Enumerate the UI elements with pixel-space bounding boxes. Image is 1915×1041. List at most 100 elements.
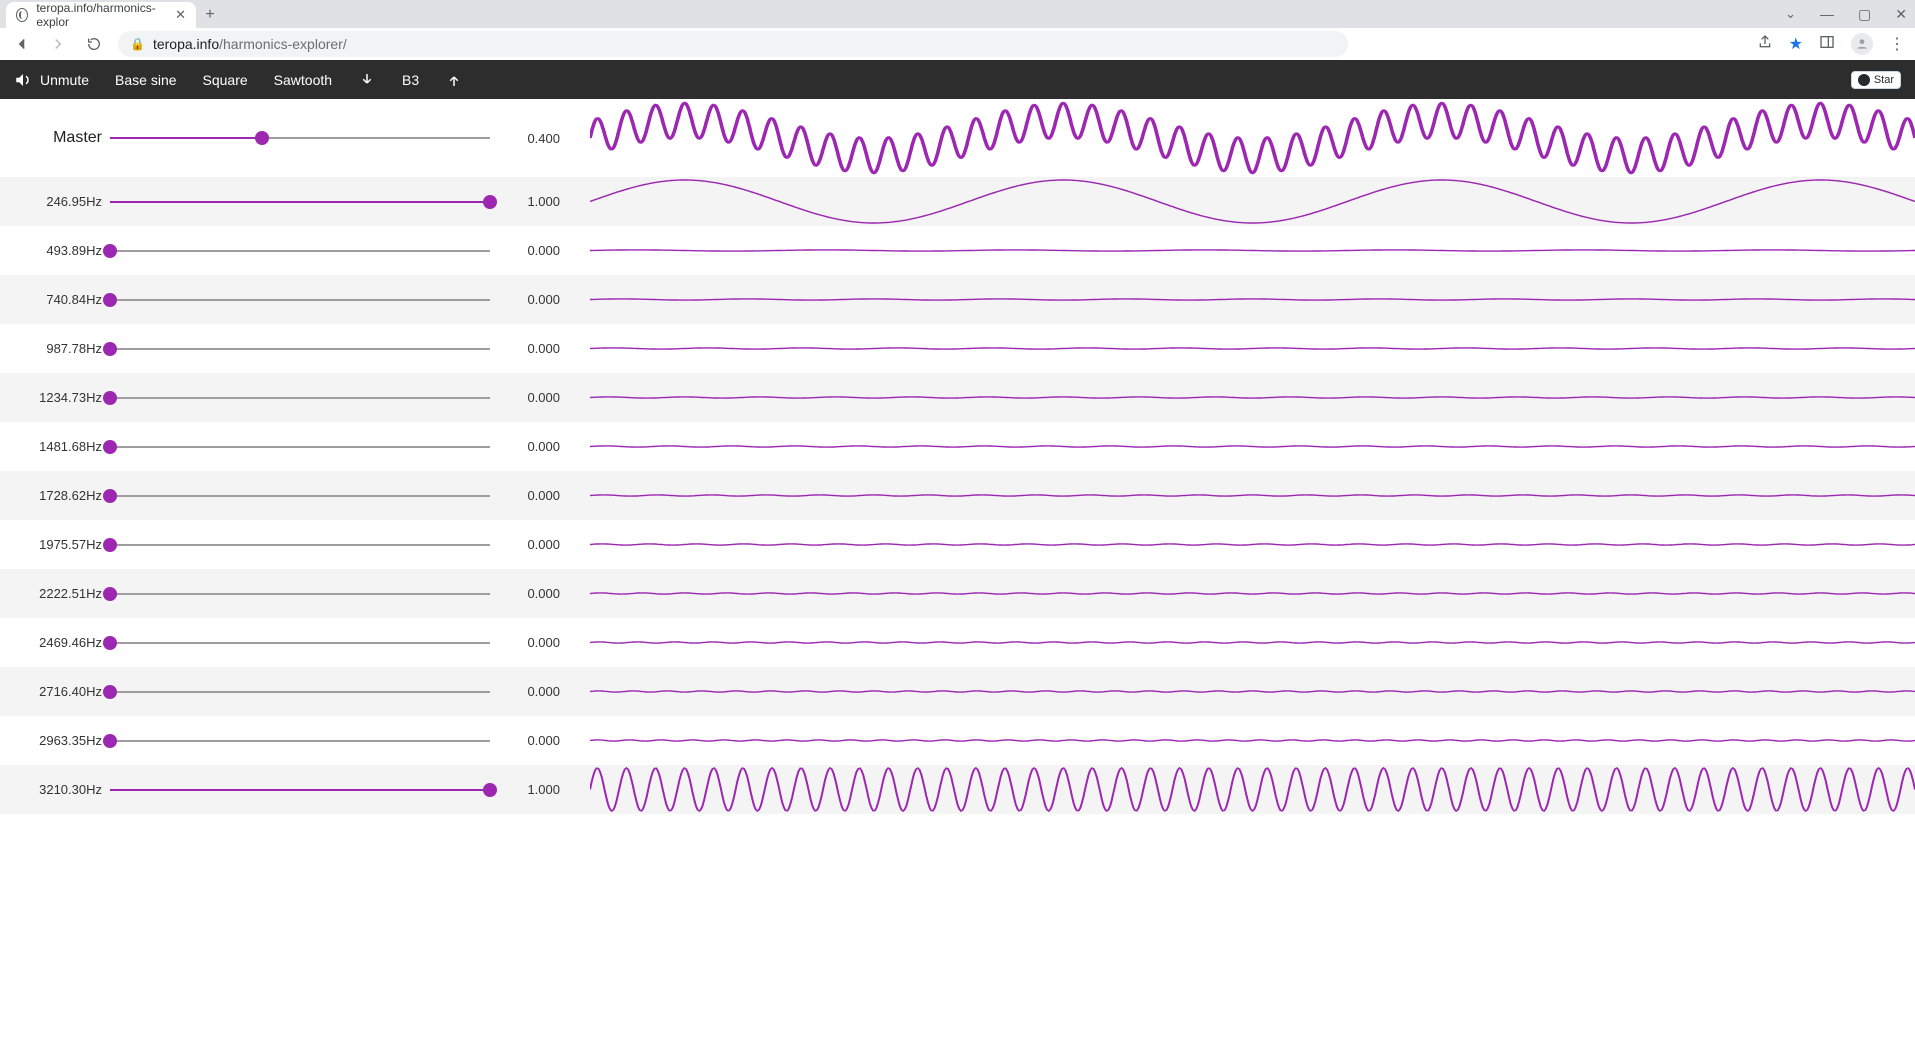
partial-waveform xyxy=(590,373,1915,422)
partial-waveform xyxy=(590,667,1915,716)
partial-frequency-label: 740.84Hz xyxy=(0,292,110,307)
volume-icon xyxy=(14,71,32,89)
new-tab-button[interactable]: + xyxy=(196,2,224,28)
amplitude-value: 0.000 xyxy=(490,439,560,454)
partial-waveform xyxy=(590,471,1915,520)
preset-sawtooth[interactable]: Sawtooth xyxy=(274,72,332,88)
slider-thumb[interactable] xyxy=(483,783,497,797)
partial-waveform xyxy=(590,569,1915,618)
slider-thumb[interactable] xyxy=(103,636,117,650)
master-waveform xyxy=(590,99,1915,177)
partial-waveform xyxy=(590,324,1915,373)
partial-row: 2963.35Hz0.000 xyxy=(0,716,1915,765)
partial-frequency-label: 3210.30Hz xyxy=(0,782,110,797)
url-path: /harmonics-explorer/ xyxy=(219,36,347,52)
back-button[interactable] xyxy=(10,32,34,56)
reload-button[interactable] xyxy=(82,32,106,56)
amplitude-slider[interactable] xyxy=(110,682,490,702)
slider-thumb[interactable] xyxy=(103,538,117,552)
close-icon[interactable]: ✕ xyxy=(175,7,186,23)
amplitude-slider[interactable] xyxy=(110,535,490,555)
note-up-button[interactable] xyxy=(445,71,463,89)
partial-row: 1234.73Hz 0.000 xyxy=(0,373,1915,422)
amplitude-slider[interactable] xyxy=(110,388,490,408)
arrow-up-icon xyxy=(445,71,463,89)
partial-frequency-label: 2469.46Hz xyxy=(0,635,110,650)
slider-thumb[interactable] xyxy=(103,489,117,503)
slider-thumb[interactable] xyxy=(103,734,117,748)
profile-avatar[interactable] xyxy=(1851,33,1873,55)
bookmark-star-icon[interactable]: ★ xyxy=(1789,34,1803,54)
current-note: B3 xyxy=(402,72,419,88)
amplitude-slider[interactable] xyxy=(110,780,490,800)
partial-frequency-label: 1975.57Hz xyxy=(0,537,110,552)
partial-frequency-label: 1234.73Hz xyxy=(0,390,110,405)
amplitude-value: 0.000 xyxy=(490,586,560,601)
minimize-icon[interactable]: — xyxy=(1820,6,1834,22)
partial-waveform xyxy=(590,275,1915,324)
partial-row: 3210.30Hz 1.000 xyxy=(0,765,1915,814)
partial-frequency-label: 493.89Hz xyxy=(0,243,110,258)
slider-thumb[interactable] xyxy=(103,342,117,356)
amplitude-slider[interactable] xyxy=(110,731,490,751)
amplitude-slider[interactable] xyxy=(110,290,490,310)
chevron-down-icon[interactable]: ⌄ xyxy=(1785,6,1796,22)
amplitude-slider[interactable] xyxy=(110,486,490,506)
partial-row: 2716.40Hz 0.000 xyxy=(0,667,1915,716)
amplitude-value: 1.000 xyxy=(490,782,560,797)
url-input[interactable]: 🔒 teropa.info/harmonics-explorer/ xyxy=(118,31,1348,57)
browser-window: teropa.info/harmonics-explor ✕ + ⌄ — ▢ ✕… xyxy=(0,0,1915,1041)
preset-base-sine[interactable]: Base sine xyxy=(115,72,176,88)
forward-button[interactable] xyxy=(46,32,70,56)
partial-waveform xyxy=(590,716,1915,765)
amplitude-slider[interactable] xyxy=(110,128,490,148)
amplitude-value: 1.000 xyxy=(490,194,560,209)
amplitude-value: 0.000 xyxy=(490,390,560,405)
amplitude-slider[interactable] xyxy=(110,584,490,604)
partial-row: 493.89Hz0.000 xyxy=(0,226,1915,275)
amplitude-slider[interactable] xyxy=(110,437,490,457)
amplitude-value: 0.000 xyxy=(490,733,560,748)
panel-icon[interactable] xyxy=(1819,34,1835,55)
amplitude-slider[interactable] xyxy=(110,339,490,359)
partial-waveform xyxy=(590,177,1915,226)
window-close-icon[interactable]: ✕ xyxy=(1895,6,1907,23)
partial-waveform xyxy=(590,765,1915,814)
slider-thumb[interactable] xyxy=(103,587,117,601)
partial-frequency-label: 2222.51Hz xyxy=(0,586,110,601)
partial-row: 740.84Hz0.000 xyxy=(0,275,1915,324)
slider-thumb[interactable] xyxy=(103,685,117,699)
amplitude-value: 0.000 xyxy=(490,488,560,503)
browser-tab[interactable]: teropa.info/harmonics-explor ✕ xyxy=(6,2,196,28)
master-label: Master xyxy=(0,129,110,147)
share-icon[interactable] xyxy=(1757,34,1773,55)
amplitude-slider[interactable] xyxy=(110,633,490,653)
partial-waveform xyxy=(590,520,1915,569)
slider-thumb[interactable] xyxy=(103,391,117,405)
amplitude-slider[interactable] xyxy=(110,241,490,261)
partial-row: 2469.46Hz 0.000 xyxy=(0,618,1915,667)
partial-frequency-label: 2716.40Hz xyxy=(0,684,110,699)
amplitude-value: 0.000 xyxy=(490,684,560,699)
partial-waveform xyxy=(590,618,1915,667)
partial-frequency-label: 1481.68Hz xyxy=(0,439,110,454)
window-controls: ⌄ — ▢ ✕ xyxy=(1785,0,1907,28)
partial-row: 1975.57Hz0.000 xyxy=(0,520,1915,569)
note-down-button[interactable] xyxy=(358,71,376,89)
kebab-menu-icon[interactable]: ⋮ xyxy=(1889,34,1905,54)
preset-square[interactable]: Square xyxy=(203,72,248,88)
amplitude-value: 0.000 xyxy=(490,635,560,650)
maximize-icon[interactable]: ▢ xyxy=(1858,6,1871,23)
app-toolbar: Unmute Base sine Square Sawtooth B3 Star xyxy=(0,60,1915,99)
lock-icon: 🔒 xyxy=(130,37,145,51)
github-star-button[interactable]: Star xyxy=(1851,71,1901,89)
partial-rows: Master0.400246.95Hz1.000493.89Hz0.000740… xyxy=(0,99,1915,1041)
slider-thumb[interactable] xyxy=(255,131,269,145)
slider-thumb[interactable] xyxy=(483,195,497,209)
slider-thumb[interactable] xyxy=(103,293,117,307)
slider-thumb[interactable] xyxy=(103,244,117,258)
url-domain: teropa.info xyxy=(153,36,219,52)
unmute-button[interactable]: Unmute xyxy=(14,71,89,89)
amplitude-slider[interactable] xyxy=(110,192,490,212)
slider-thumb[interactable] xyxy=(103,440,117,454)
